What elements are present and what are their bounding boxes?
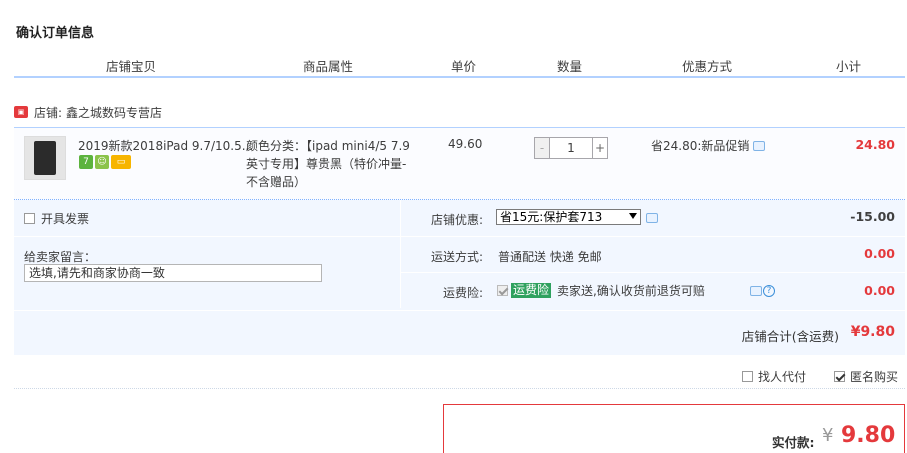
col-header-shop-item: 店铺宝贝 — [106, 59, 157, 74]
insurance-label: 运费险: — [443, 286, 484, 300]
invoice-label: 开具发票 — [41, 212, 90, 226]
col-header-price: 单价 — [451, 59, 477, 74]
product-badges: 7 ☺ ▭ — [79, 155, 131, 169]
chat-icon[interactable] — [646, 213, 658, 223]
payment-summary — [443, 404, 905, 453]
page-title: 确认订单信息 — [16, 26, 95, 41]
shop-total-label: 店铺合计(含运费) — [741, 329, 839, 344]
agent-pay-option[interactable]: 找人代付 — [742, 368, 806, 385]
qty-input[interactable]: 1 — [550, 137, 592, 159]
insurance-text: 卖家送,确认收货前退货可赔 — [557, 284, 705, 298]
insurance-checkbox[interactable] — [497, 285, 508, 296]
insurance-option: 运费险 卖家送,确认收货前退货可赔 — [497, 282, 705, 299]
agent-pay-label: 找人代付 — [758, 370, 807, 384]
chevron-down-icon — [629, 213, 637, 219]
insurance-amount: 0.00 — [864, 283, 895, 298]
product-title-link[interactable]: 2019新款2018iPad 9.7/10.5... — [78, 137, 253, 154]
shop-name-link[interactable]: 鑫之城数码专营店 — [66, 104, 162, 121]
product-attributes: 颜色分类：【ipad mini4/5 7.9 英寸专用】尊贵黑（特价冲量- 不含… — [246, 139, 410, 189]
shop-row: ▣ 店铺: 鑫之城数码专营店 — [14, 102, 162, 122]
chat-icon[interactable] — [753, 140, 766, 151]
unit-price: 49.60 — [448, 137, 483, 151]
shop-discount-label: 店铺优惠: — [431, 213, 484, 227]
help-icon[interactable]: ? — [763, 285, 775, 297]
store-icon: ▣ — [14, 106, 28, 118]
shop-label: 店铺: — [34, 105, 63, 120]
qty-increase-button[interactable]: + — [592, 137, 608, 159]
shipping-method: 普通配送 快递 免邮 — [498, 250, 602, 264]
invoice-checkbox[interactable] — [24, 213, 35, 224]
shop-total-value: ¥9.80 — [850, 324, 895, 340]
shipping-amount: 0.00 — [864, 246, 895, 261]
shipping-label: 运送方式: — [431, 250, 484, 264]
pay-label: 实付款: — [772, 435, 815, 450]
anonymous-option[interactable]: 匿名购买 — [834, 368, 898, 385]
shop-discount-select[interactable]: 省15元:保护套713 — [496, 209, 641, 225]
promo-text: 省24.80:新品促销 — [651, 139, 750, 153]
col-header-attributes: 商品属性 — [303, 59, 354, 74]
shop-discount-amount: -15.00 — [850, 209, 895, 224]
insurance-tag: 运费险 — [511, 283, 552, 298]
product-thumbnail[interactable] — [24, 136, 66, 180]
message-label: 给卖家留言： — [24, 250, 97, 264]
col-header-discount: 优惠方式 — [682, 59, 733, 74]
guarantee-icon: ☺ — [95, 155, 109, 169]
col-header-quantity: 数量 — [557, 59, 583, 74]
item-subtotal: 24.80 — [855, 137, 895, 152]
agent-pay-checkbox[interactable] — [742, 371, 753, 382]
seller-message-input[interactable]: 选填,请先和商家协商一致 — [24, 264, 322, 282]
col-header-subtotal: 小计 — [836, 59, 862, 74]
chat-icon[interactable] — [750, 286, 762, 296]
anonymous-checkbox[interactable] — [834, 371, 845, 382]
quantity-stepper: - 1 + — [534, 137, 608, 159]
seven-day-return-icon: 7 — [79, 155, 93, 169]
anonymous-label: 匿名购买 — [850, 370, 899, 384]
pay-currency: ¥ — [822, 425, 834, 446]
pay-amount: 9.80 — [841, 423, 896, 448]
credit-card-icon: ▭ — [111, 155, 131, 169]
table-header: 店铺宝贝 商品属性 单价 数量 优惠方式 小计 — [14, 52, 905, 78]
invoice-option[interactable]: 开具发票 — [24, 210, 89, 227]
qty-decrease-button[interactable]: - — [534, 137, 550, 159]
promo-info: 省24.80:新品促销 — [651, 137, 766, 154]
